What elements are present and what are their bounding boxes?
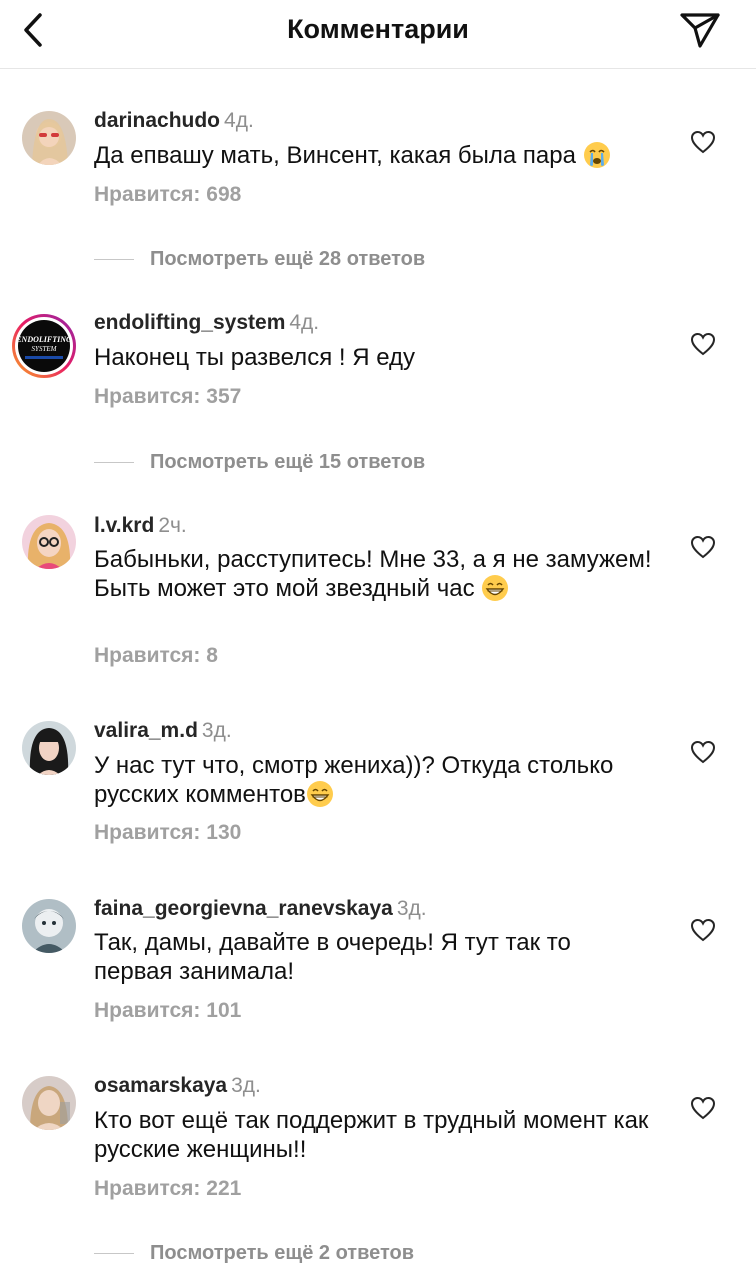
like-button[interactable] xyxy=(690,332,716,356)
heart-icon xyxy=(690,130,716,154)
comment-text: Кто вот ещё так поддержит в трудный моме… xyxy=(94,1107,649,1163)
replies-divider xyxy=(94,1252,134,1254)
replies-divider xyxy=(94,461,134,463)
like-button[interactable] xyxy=(690,130,716,154)
comment-time: 4д. xyxy=(224,109,254,132)
likes-count[interactable]: Нравится: 698 xyxy=(94,183,241,207)
view-replies-button[interactable]: Посмотреть ещё 15 ответов xyxy=(94,448,425,476)
comment-text-container: Да епвашу мать, Винсент, какая была пара xyxy=(94,141,674,170)
view-replies-button[interactable]: Посмотреть ещё 28 ответов xyxy=(94,245,425,273)
likes-count[interactable]: Нравится: 130 xyxy=(94,821,241,845)
comment-username[interactable]: faina_georgievna_ranevskaya xyxy=(94,897,393,920)
like-button[interactable] xyxy=(690,1096,716,1120)
likes-count[interactable]: Нравится: 357 xyxy=(94,385,241,409)
view-replies-label: Посмотреть ещё 2 ответов xyxy=(150,1241,415,1264)
like-button[interactable] xyxy=(690,535,716,559)
paper-plane-icon xyxy=(680,13,720,48)
like-button[interactable] xyxy=(690,740,716,764)
avatar[interactable]: ENDOLIFTING SYSTEM xyxy=(11,313,77,379)
top-bar: Комментарии xyxy=(0,0,756,69)
grinning-face-icon xyxy=(482,575,509,601)
comment-time: 4д. xyxy=(289,311,320,334)
avatar[interactable] xyxy=(22,1076,76,1130)
comment-text: Наконец ты развелся ! Я еду xyxy=(94,344,416,371)
share-button[interactable] xyxy=(678,10,722,50)
view-replies-label: Посмотреть ещё 28 ответов xyxy=(150,247,426,270)
comment-text: Да епвашу мать, Винсент, какая была пара xyxy=(94,142,576,169)
replies-divider xyxy=(94,258,134,260)
comment-time: 3д. xyxy=(201,719,232,742)
comment-username[interactable]: osamarskaya xyxy=(94,1074,227,1097)
svg-text:SYSTEM: SYSTEM xyxy=(32,345,58,353)
heart-icon xyxy=(690,332,716,356)
crying-face-icon xyxy=(583,142,610,168)
comment-username[interactable]: valira_m.d xyxy=(94,719,198,742)
comment-text: У нас тут что, смотр жениха))? Откуда ст… xyxy=(94,752,614,808)
view-replies-button[interactable]: Посмотреть ещё 2 ответов xyxy=(94,1239,414,1267)
heart-icon xyxy=(690,918,716,942)
comment-text: Бабыньки, расступитесь! Мне 33, а я не з… xyxy=(94,546,652,602)
comment-text-container: У нас тут что, смотр жениха))? Откуда ст… xyxy=(94,751,664,809)
likes-count[interactable]: Нравится: 221 xyxy=(94,1177,241,1201)
heart-icon xyxy=(690,1096,716,1120)
comment-username[interactable]: endolifting_system xyxy=(94,311,285,334)
page-title: Комментарии xyxy=(287,14,469,44)
avatar[interactable] xyxy=(22,515,76,569)
heart-icon xyxy=(690,740,716,764)
comment-username[interactable]: darinachudo xyxy=(94,109,220,132)
comment-time: 3д. xyxy=(396,897,427,920)
avatar[interactable] xyxy=(22,111,76,165)
comment-text: Так, дамы, давайте в очередь! Я тут так … xyxy=(94,929,571,985)
like-button[interactable] xyxy=(690,918,716,942)
avatar[interactable] xyxy=(22,721,76,775)
comment-time: 3д. xyxy=(231,1074,261,1097)
view-replies-label: Посмотреть ещё 15 ответов xyxy=(150,450,426,473)
grinning-face-icon xyxy=(306,781,333,807)
comment-username[interactable]: l.v.krd xyxy=(94,514,154,537)
comment-text-container: Бабыньки, расступитесь! Мне 33, а я не з… xyxy=(94,545,664,603)
avatar-logo-text: ENDOLIFTING xyxy=(15,335,72,344)
avatar[interactable] xyxy=(22,899,76,953)
comment-time: 2ч. xyxy=(158,514,187,537)
heart-icon xyxy=(690,535,716,559)
likes-count[interactable]: Нравится: 8 xyxy=(94,644,218,668)
likes-count[interactable]: Нравится: 101 xyxy=(94,999,241,1023)
